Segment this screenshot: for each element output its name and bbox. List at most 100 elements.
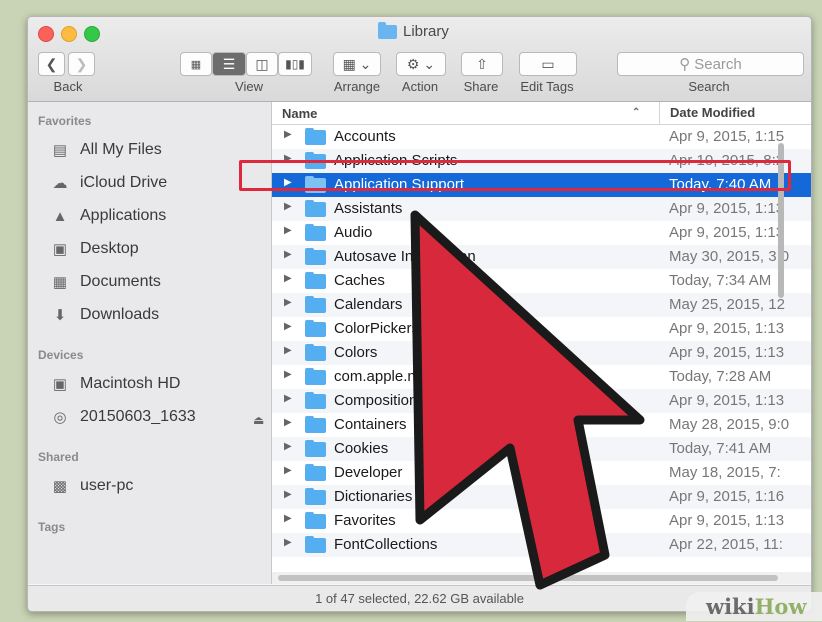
horizontal-scrollbar[interactable] — [272, 572, 811, 584]
date-modified: Today, 7:34 AM — [669, 272, 772, 289]
chevron-left-icon: ❮ — [45, 55, 58, 72]
folder-icon — [305, 536, 326, 553]
disclosure-triangle-icon[interactable]: ▶ — [284, 369, 292, 380]
sidebar-item-user-pc[interactable]: ▩ user-pc — [50, 475, 133, 497]
sidebar-item-desktop[interactable]: ▣ Desktop — [50, 238, 139, 260]
list-item[interactable]: ▶ com.apple.nsurlsessiond Today, 7:28 AM — [272, 365, 811, 389]
folder-icon — [305, 200, 326, 217]
back-button[interactable]: ❮ — [38, 52, 65, 76]
file-name: Containers — [334, 416, 407, 433]
disclosure-triangle-icon[interactable]: ▶ — [284, 249, 292, 260]
disclosure-triangle-icon[interactable]: ▶ — [284, 465, 292, 476]
cover-flow-icon: ▮▯▮ — [285, 57, 305, 71]
disc-icon: ◎ — [53, 409, 67, 426]
list-view-icon: ☰ — [222, 55, 236, 72]
disclosure-triangle-icon[interactable]: ▶ — [284, 321, 292, 332]
date-modified: May 18, 2015, 7: — [669, 464, 781, 481]
disclosure-triangle-icon[interactable]: ▶ — [284, 393, 292, 404]
folder-icon — [305, 248, 326, 265]
column-view-icon: ◫ — [255, 55, 269, 72]
disclosure-triangle-icon[interactable]: ▶ — [284, 537, 292, 548]
finder-window: Library ❮ ❯ Back ▦ ☰ ◫ ▮▯▮ View ▦ ⌄ Arra… — [27, 16, 812, 612]
window-title: Library — [378, 21, 449, 40]
tags-header: Tags — [38, 520, 66, 534]
disclosure-triangle-icon[interactable]: ▶ — [284, 489, 292, 500]
list-item[interactable]: ▶ Caches Today, 7:34 AM — [272, 269, 811, 293]
shared-header: Shared — [38, 450, 79, 464]
folder-icon — [305, 464, 326, 481]
list-item[interactable]: ▶ Dictionaries Apr 9, 2015, 1:16 — [272, 485, 811, 509]
disclosure-triangle-icon[interactable]: ▶ — [284, 201, 292, 212]
list-item[interactable]: ▶ Compositions Apr 9, 2015, 1:13 — [272, 389, 811, 413]
sidebar-item-downloads[interactable]: ⬇ Downloads — [50, 304, 159, 326]
edit-tags-label: Edit Tags — [520, 79, 574, 94]
sidebar-item-applications[interactable]: ▲ Applications — [50, 205, 167, 227]
date-modified: May 30, 2015, 3:0 — [669, 248, 790, 265]
disclosure-triangle-icon[interactable]: ▶ — [284, 273, 292, 284]
sidebar-item-icloud-drive[interactable]: ☁ iCloud Drive — [50, 172, 168, 194]
action-button[interactable]: ⚙ ⌄ — [396, 52, 446, 76]
list-item[interactable]: ▶ Cookies Today, 7:41 AM — [272, 437, 811, 461]
sort-ascending-icon: ⌃ — [632, 107, 641, 118]
disclosure-triangle-icon[interactable]: ▶ — [284, 513, 292, 524]
list-item[interactable]: ▶ Colors Apr 9, 2015, 1:13 — [272, 341, 811, 365]
disclosure-triangle-icon[interactable]: ▶ — [284, 129, 292, 140]
list-item[interactable]: ▶ Accounts Apr 9, 2015, 1:15 — [272, 125, 811, 149]
disclosure-triangle-icon[interactable]: ▶ — [284, 225, 292, 236]
download-icon: ⬇ — [53, 307, 67, 324]
date-modified: May 28, 2015, 9:0 — [669, 416, 790, 433]
wikihow-watermark: wikiHow — [686, 592, 822, 621]
list-item[interactable]: ▶ Audio Apr 9, 2015, 1:13 — [272, 221, 811, 245]
date-modified: Apr 9, 2015, 1:13 — [669, 224, 785, 241]
disclosure-triangle-icon[interactable]: ▶ — [284, 297, 292, 308]
date-modified: Today, 7:41 AM — [669, 440, 772, 457]
eject-icon[interactable]: ⏏ — [253, 413, 264, 427]
sidebar-item-label: Documents — [80, 273, 161, 290]
folder-icon — [305, 368, 326, 385]
list-item[interactable]: ▶ Developer May 18, 2015, 7: — [272, 461, 811, 485]
sidebar-item-disc[interactable]: ◎ 20150603_1633 — [50, 406, 195, 428]
column-header-date-modified[interactable]: Date Modified — [659, 102, 755, 124]
list-item[interactable]: ▶ Assistants Apr 9, 2015, 1:13 — [272, 197, 811, 221]
list-item[interactable]: ▶ Containers May 28, 2015, 9:0 — [272, 413, 811, 437]
folder-icon — [305, 224, 326, 241]
sidebar-item-documents[interactable]: ▦ Documents — [50, 271, 161, 293]
file-name: Colors — [334, 344, 378, 361]
file-name: Dictionaries — [334, 488, 413, 505]
column-view-button[interactable]: ◫ — [246, 52, 278, 76]
date-modified: Today, 7:28 AM — [669, 368, 772, 385]
file-name: Caches — [334, 272, 385, 289]
favorites-header: Favorites — [38, 114, 92, 128]
gear-icon: ⚙ ⌄ — [406, 55, 436, 72]
share-label: Share — [463, 79, 499, 94]
list-item[interactable]: ▶ Autosave Information May 30, 2015, 3:0 — [272, 245, 811, 269]
search-input[interactable]: ⚲ Search — [617, 52, 804, 76]
sidebar-item-all-my-files[interactable]: ▤ All My Files — [50, 139, 162, 161]
edit-tags-button[interactable]: ▭ — [519, 52, 577, 76]
file-name: Compositions — [334, 392, 425, 409]
zoom-button[interactable] — [84, 26, 100, 42]
arrange-button[interactable]: ▦ ⌄ — [333, 52, 381, 76]
disclosure-triangle-icon[interactable]: ▶ — [284, 417, 292, 428]
sidebar-item-label: Macintosh HD — [80, 375, 181, 392]
icon-view-button[interactable]: ▦ — [180, 52, 212, 76]
disclosure-triangle-icon[interactable]: ▶ — [284, 441, 292, 452]
list-view-button[interactable]: ☰ — [212, 52, 246, 76]
close-button[interactable] — [38, 26, 54, 42]
window-title-label: Library — [403, 23, 449, 40]
sidebar-item-macintosh-hd[interactable]: ▣ Macintosh HD — [50, 373, 181, 395]
share-button[interactable]: ⇧ — [461, 52, 503, 76]
forward-button[interactable]: ❯ — [68, 52, 95, 76]
search-label: Search — [688, 79, 730, 94]
file-name: FontCollections — [334, 536, 438, 553]
list-item[interactable]: ▶ ColorPickers Apr 9, 2015, 1:13 — [272, 317, 811, 341]
list-item[interactable]: ▶ Calendars May 25, 2015, 12 — [272, 293, 811, 317]
list-item[interactable]: ▶ FontCollections Apr 22, 2015, 11: — [272, 533, 811, 557]
minimize-button[interactable] — [61, 26, 77, 42]
column-header-name[interactable]: Name — [282, 106, 317, 121]
toolbar: Library ❮ ❯ Back ▦ ☰ ◫ ▮▯▮ View ▦ ⌄ Arra… — [28, 17, 811, 102]
disclosure-triangle-icon[interactable]: ▶ — [284, 345, 292, 356]
list-item[interactable]: ▶ Favorites Apr 9, 2015, 1:13 — [272, 509, 811, 533]
cover-flow-button[interactable]: ▮▯▮ — [278, 52, 312, 76]
watermark-wiki: wiki — [706, 594, 755, 619]
